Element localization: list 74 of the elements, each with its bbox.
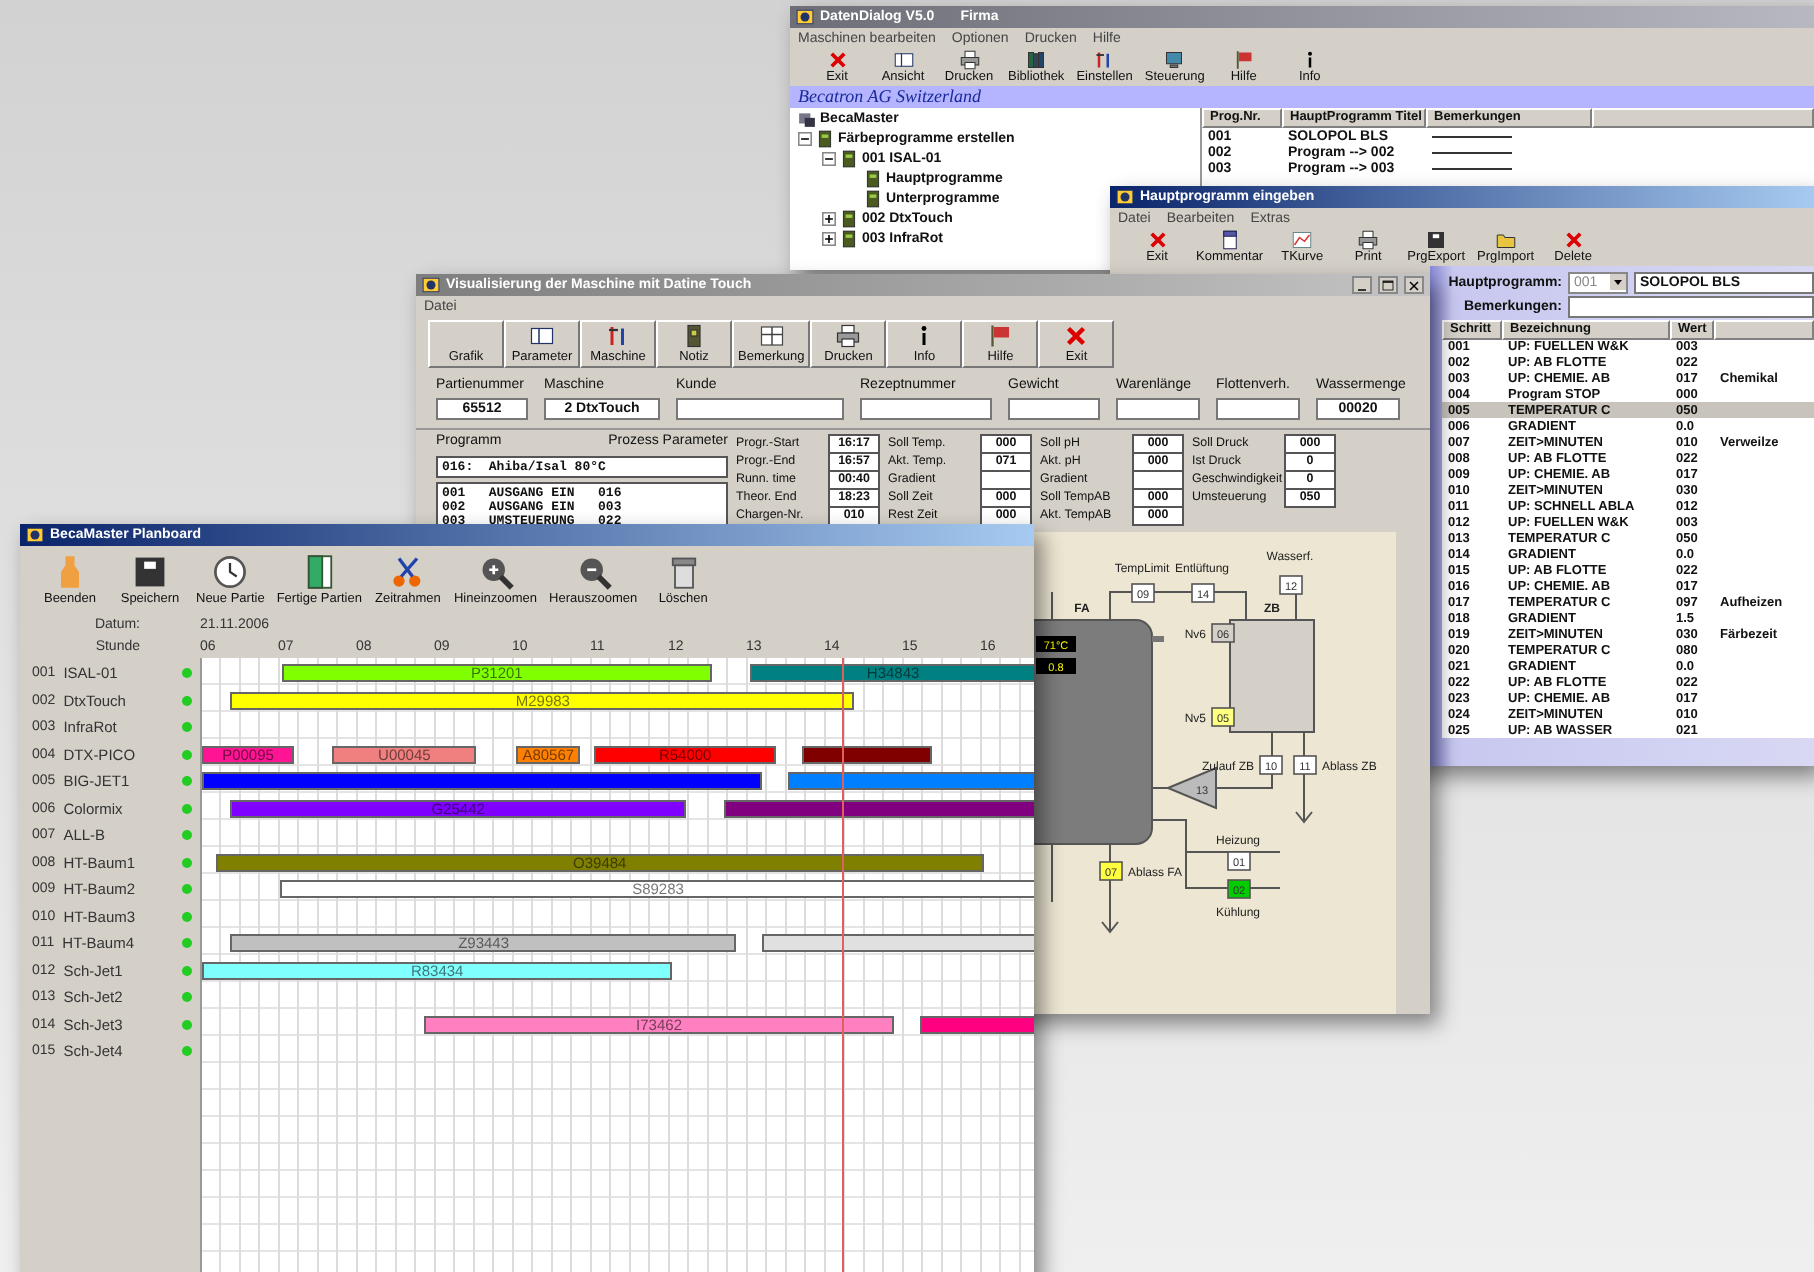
expand-toggle[interactable]	[822, 231, 836, 245]
remarks-field[interactable]	[1568, 295, 1814, 317]
app-icon	[26, 526, 44, 544]
valve-indicator[interactable]	[1211, 707, 1235, 727]
clock-icon	[212, 554, 249, 590]
flag-icon	[1233, 50, 1254, 70]
tank-outline	[1229, 619, 1315, 733]
printer-icon	[1358, 230, 1379, 250]
valve-indicator[interactable]	[1131, 583, 1155, 603]
valve-indicator[interactable]	[1227, 851, 1251, 871]
batch-bar[interactable]	[802, 745, 933, 763]
close-icon	[1406, 277, 1422, 293]
batch-bar[interactable]	[724, 799, 1034, 817]
valve-indicator[interactable]	[1279, 575, 1303, 595]
cross-icon	[827, 50, 847, 70]
note-icon	[682, 324, 706, 348]
tools-icon	[606, 324, 630, 348]
computer-icon	[798, 109, 816, 127]
valve-indicator[interactable]	[1211, 623, 1235, 643]
blank-remark-line	[1432, 151, 1512, 153]
company-banner: Becatron AG Switzerland	[790, 86, 1814, 108]
blank-remark-line	[1432, 135, 1512, 137]
cross-icon	[1064, 324, 1089, 348]
zoom-out-icon	[575, 554, 612, 590]
blank-remark-line	[1432, 167, 1512, 169]
printer-icon	[959, 50, 979, 70]
book-icon	[864, 189, 882, 207]
chart-icon	[1292, 230, 1313, 250]
readout-display	[1036, 636, 1076, 652]
valve-indicator[interactable]	[1293, 755, 1317, 775]
book-icon	[840, 209, 858, 227]
caret-icon	[1610, 274, 1626, 290]
valve-indicator[interactable]	[1227, 879, 1251, 899]
app-icon	[422, 276, 440, 294]
cross-icon	[1563, 230, 1584, 250]
window-icon	[530, 324, 554, 348]
text-field[interactable]	[1116, 398, 1200, 420]
book-icon	[840, 149, 858, 167]
valve-indicator[interactable]	[1099, 861, 1123, 881]
document-icon	[1219, 230, 1240, 250]
valve-indicator[interactable]	[1259, 755, 1283, 775]
folder-icon	[1495, 230, 1516, 250]
text-field[interactable]	[1216, 398, 1300, 420]
batch-bar[interactable]	[762, 934, 1034, 952]
close-button[interactable]	[1404, 276, 1424, 294]
book-icon	[864, 169, 882, 187]
text-field[interactable]	[1008, 398, 1100, 420]
text-field[interactable]	[676, 398, 844, 420]
split-window-icon	[759, 324, 784, 348]
book-icon	[816, 129, 834, 147]
window-icon	[893, 50, 913, 70]
text-field[interactable]	[860, 398, 992, 420]
printer-icon	[836, 324, 861, 348]
books-icon	[1026, 50, 1047, 70]
book-icon	[840, 229, 858, 247]
app-icon	[796, 8, 814, 26]
tools-icon	[1094, 50, 1115, 70]
expand-toggle[interactable]	[822, 151, 836, 165]
flag-icon	[988, 324, 1013, 348]
parameter-value-field	[980, 469, 1032, 489]
batch-bar[interactable]	[919, 1015, 1034, 1033]
readout-display	[1036, 658, 1076, 674]
expand-toggle[interactable]	[798, 131, 812, 145]
minimize-button[interactable]	[1352, 276, 1372, 294]
expand-toggle[interactable]	[822, 211, 836, 225]
monitor-icon	[1164, 50, 1185, 70]
maximize-icon	[1380, 277, 1396, 293]
app-icon	[1116, 188, 1134, 206]
zoom-in-icon	[477, 554, 514, 590]
maximize-button[interactable]	[1378, 276, 1398, 294]
cross-icon	[1147, 230, 1167, 250]
scissors-icon	[389, 554, 426, 590]
valve-indicator[interactable]	[1191, 583, 1215, 603]
parameter-value-field	[1132, 469, 1184, 489]
